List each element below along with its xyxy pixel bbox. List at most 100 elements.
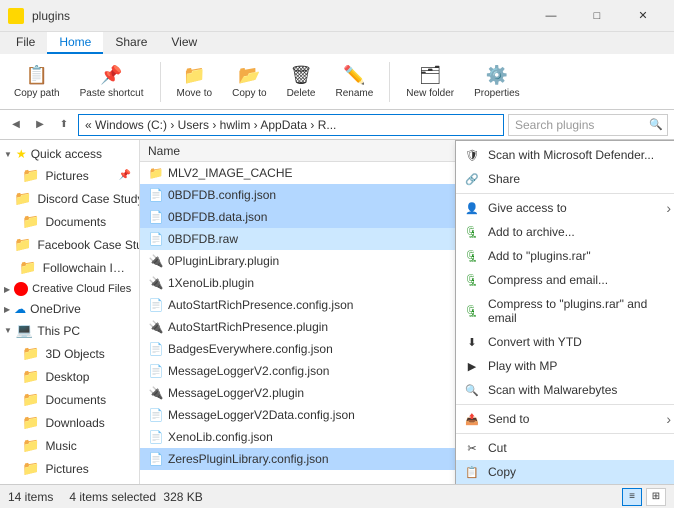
title-bar-left: plugins [8, 8, 528, 24]
status-bar: 14 items 4 items selected 328 KB ≡ ⊞ [0, 484, 674, 508]
sidebar-item-label: Pictures [45, 169, 88, 183]
chevron-down-icon: ▼ [4, 150, 12, 159]
toolbar-paste-label: Paste shortcut [80, 88, 144, 99]
toolbar-copy-path-label: Copy path [14, 88, 60, 99]
share-icon: 🔗 [464, 171, 480, 187]
play-icon: ▶ [464, 358, 480, 374]
toolbar-copyto-label: Copy to [232, 88, 266, 99]
toolbar-new-folder[interactable]: 🗂 New folder [400, 63, 460, 101]
ctx-item-label: Cut [488, 441, 507, 455]
ctx-item-label: Scan with Malwarebytes [488, 383, 617, 397]
sidebar-item-followchain[interactable]: 📁 Followchain Instagram C [0, 256, 139, 279]
folder-icon: 📁 [22, 345, 39, 362]
sidebar-item-pictures-pc[interactable]: 📁 Pictures [0, 457, 139, 480]
ctx-item-label: Scan with Microsoft Defender... [488, 148, 654, 162]
view-tiles-button[interactable]: ⊞ [646, 488, 666, 506]
sidebar-section-creative-cloud[interactable]: ▶ Creative Cloud Files [0, 279, 139, 299]
ctx-add-plugins-rar[interactable]: 🗜 Add to "plugins.rar" [456, 244, 674, 268]
sidebar-section-label-onedrive: OneDrive [30, 302, 81, 316]
archive-icon: 🗜 [464, 224, 480, 240]
minimize-button[interactable]: — [528, 0, 574, 32]
cut-icon: ✂ [464, 440, 480, 456]
ribbon-tabs: File Home Share View [0, 32, 674, 54]
archive-icon: 🗜 [464, 272, 480, 288]
sidebar-item-pictures[interactable]: 📁 Pictures 📌 [0, 164, 139, 187]
ctx-add-archive[interactable]: 🗜 Add to archive... [456, 220, 674, 244]
sidebar-item-documents[interactable]: 📁 Documents [0, 210, 139, 233]
main-area: ▼ ★ Quick access 📁 Pictures 📌 📁 Discord … [0, 140, 674, 484]
json-icon: 📄 [148, 209, 164, 225]
ctx-scan-defender[interactable]: 🛡 Scan with Microsoft Defender... [456, 143, 674, 167]
sidebar-section-label-pc: This PC [37, 324, 80, 338]
tab-share[interactable]: Share [103, 32, 159, 54]
toolbar-divider-1 [160, 62, 161, 102]
folder-icon: 📁 [22, 368, 39, 385]
view-details-button[interactable]: ≡ [622, 488, 642, 506]
toolbar-newfolder-label: New folder [406, 88, 454, 99]
toolbar-move-label: Move to [177, 88, 213, 99]
access-icon: 👤 [464, 200, 480, 216]
toolbar-copy-path[interactable]: 📋 Copy path [8, 63, 66, 101]
context-menu: 🛡 Scan with Microsoft Defender... 🔗 Shar… [455, 140, 674, 484]
ctx-play-mp[interactable]: ▶ Play with MP [456, 354, 674, 378]
ctx-scan-malwarebytes[interactable]: 🔍 Scan with Malwarebytes [456, 378, 674, 402]
toolbar-rename[interactable]: ✏️ Rename [329, 63, 379, 101]
sidebar-section-onedrive[interactable]: ▶ ☁ OneDrive [0, 299, 139, 319]
pin-icon: 📌 [119, 170, 131, 181]
sidebar-item-label: Documents [45, 393, 106, 407]
toolbar-paste-shortcut[interactable]: 📌 Paste shortcut [74, 63, 150, 101]
tab-home[interactable]: Home [47, 32, 103, 54]
ctx-separator [456, 404, 674, 405]
forward-button[interactable]: ▶ [30, 115, 50, 135]
paste-shortcut-icon: 📌 [100, 65, 122, 86]
toolbar-copy-to[interactable]: 📂 Copy to [226, 63, 272, 101]
sidebar-item-3dobjects[interactable]: 📁 3D Objects [0, 342, 139, 365]
maximize-button[interactable]: □ [574, 0, 620, 32]
ctx-copy[interactable]: 📋 Copy [456, 460, 674, 484]
ctx-compress-plugins-email[interactable]: 🗜 Compress to "plugins.rar" and email [456, 292, 674, 330]
tab-view[interactable]: View [159, 32, 209, 54]
plugin-icon: 🔌 [148, 253, 164, 269]
sidebar-item-desktop[interactable]: 📁 Desktop [0, 365, 139, 388]
ctx-cut[interactable]: ✂ Cut [456, 436, 674, 460]
close-button[interactable]: ✕ [620, 0, 666, 32]
sidebar-item-facebook[interactable]: 📁 Facebook Case Study [0, 233, 139, 256]
toolbar-move-to[interactable]: 📁 Move to [171, 63, 219, 101]
toolbar-delete[interactable]: 🗑 Delete [281, 63, 322, 101]
chevron-right-icon: ▶ [4, 305, 10, 314]
sidebar-item-music[interactable]: 📁 Music [0, 434, 139, 457]
sidebar-item-downloads[interactable]: 📁 Downloads [0, 411, 139, 434]
raw-icon: 📄 [148, 231, 164, 247]
toolbar-properties[interactable]: ⚙️ Properties [468, 63, 526, 101]
json-icon: 📄 [148, 187, 164, 203]
search-box[interactable]: Search plugins 🔍 [508, 114, 668, 136]
sidebar-item-label: Followchain Instagram C [43, 261, 131, 275]
ctx-convert-ytd[interactable]: ⬇ Convert with YTD [456, 330, 674, 354]
tab-file[interactable]: File [4, 32, 47, 54]
sidebar-section-this-pc[interactable]: ▼ 💻 This PC [0, 319, 139, 342]
sidebar-section-quick-access[interactable]: ▼ ★ Quick access [0, 144, 139, 164]
chevron-down-icon: ▼ [4, 326, 12, 335]
ctx-compress-email[interactable]: 🗜 Compress and email... [456, 268, 674, 292]
up-button[interactable]: ⬆ [54, 115, 74, 135]
search-placeholder: Search plugins [515, 118, 594, 132]
ctx-share[interactable]: 🔗 Share [456, 167, 674, 191]
sidebar-item-documents-pc[interactable]: 📁 Documents [0, 388, 139, 411]
sidebar-item-label: Discord Case Study [37, 192, 140, 206]
address-path[interactable]: « Windows (C:) › Users › hwlim › AppData… [78, 114, 504, 136]
ctx-send-to[interactable]: 📤 Send to [456, 407, 674, 431]
plugin-icon: 🔌 [148, 319, 164, 335]
sidebar-item-discord[interactable]: 📁 Discord Case Study [0, 187, 139, 210]
status-view-controls: ≡ ⊞ [622, 488, 666, 506]
ctx-separator [456, 193, 674, 194]
folder-icon: 📁 [14, 190, 31, 207]
properties-icon: ⚙️ [486, 65, 508, 86]
copy-path-icon: 📋 [26, 65, 48, 86]
file-area: Name Size 📁 MLV2_IMAGE_CACHE 📄 0BDFDB.co… [140, 140, 674, 484]
sidebar-item-label: Facebook Case Study [37, 238, 140, 252]
archive-icon: 🗜 [464, 303, 480, 319]
status-selected: 4 items selected 328 KB [69, 490, 202, 504]
back-button[interactable]: ◀ [6, 115, 26, 135]
title-bar: plugins — □ ✕ [0, 0, 674, 32]
ctx-give-access[interactable]: 👤 Give access to [456, 196, 674, 220]
